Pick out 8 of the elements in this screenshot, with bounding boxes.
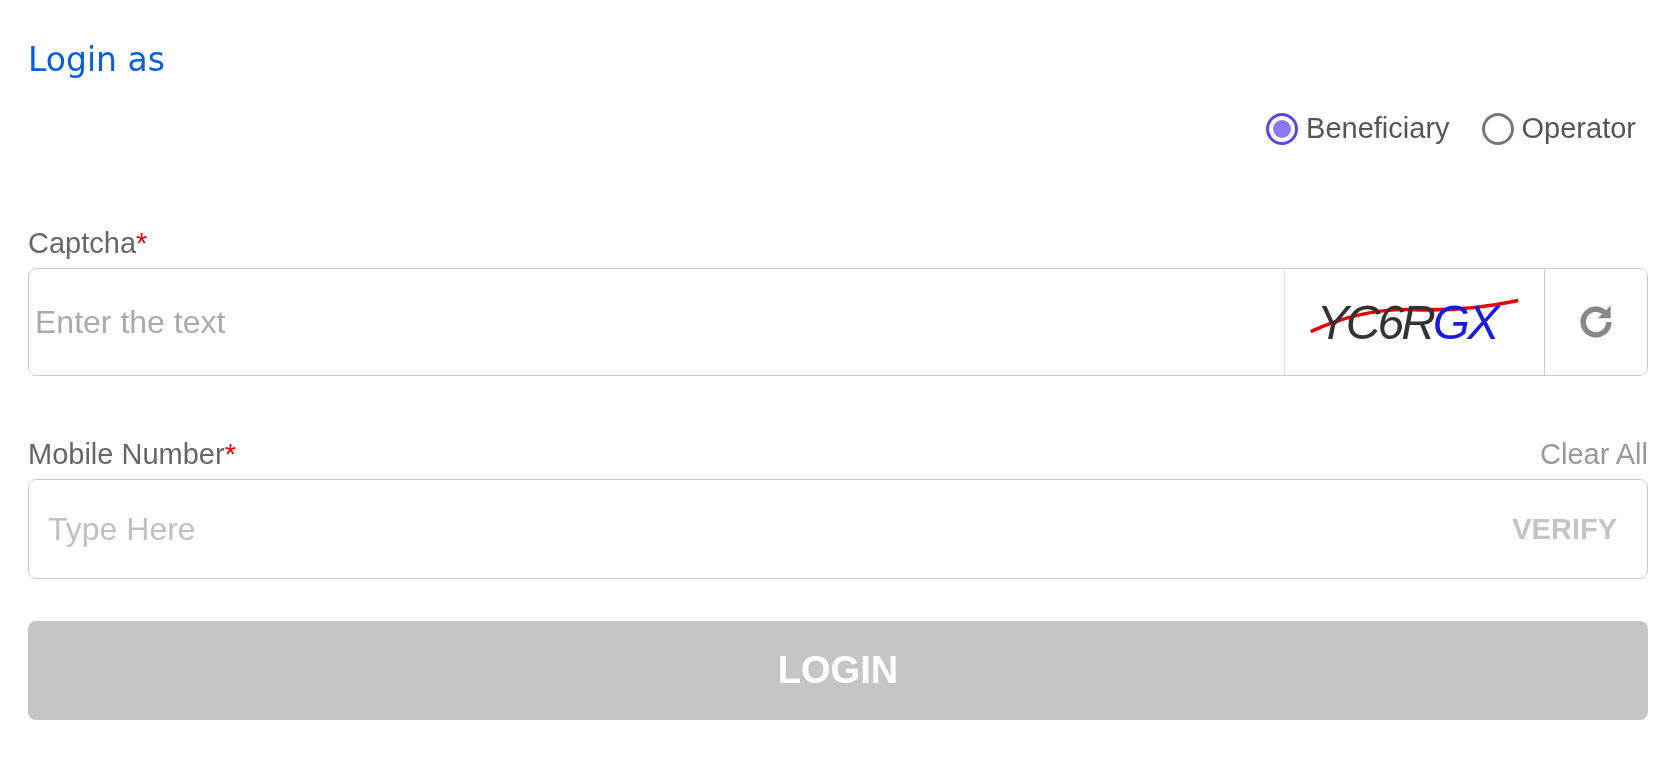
mobile-label: Mobile Number* bbox=[28, 438, 236, 471]
refresh-button[interactable] bbox=[1544, 269, 1647, 375]
radio-option[interactable]: Beneficiary bbox=[1266, 112, 1450, 145]
captcha-field[interactable]: Enter the text YC6RGX bbox=[28, 268, 1648, 376]
page-title: Login as bbox=[28, 39, 166, 81]
clear-all-button[interactable]: Clear All bbox=[1540, 438, 1648, 471]
radio-option[interactable]: Operator bbox=[1481, 112, 1636, 145]
captcha-label: Captcha* bbox=[28, 227, 148, 260]
